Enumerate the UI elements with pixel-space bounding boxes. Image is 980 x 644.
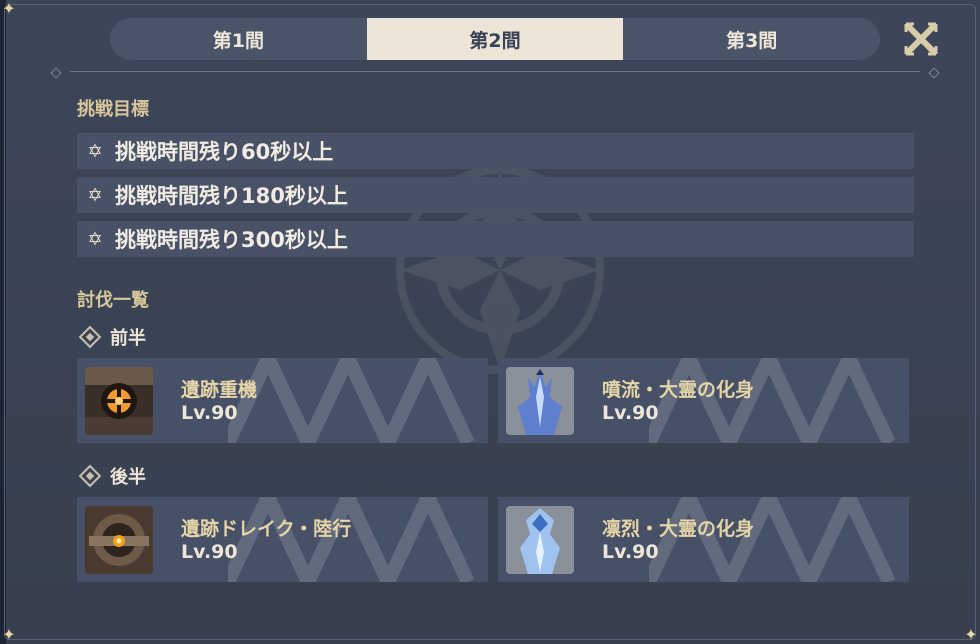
challenge-goal-row: ✡ 挑戦時間残り300秒以上 [77,221,914,257]
chamber-tabs: 第1間 第2間 第3間 [110,18,880,60]
enemy-card[interactable]: 凛烈・大霊の化身 Lv.90 [498,497,909,582]
enemy-name: 噴流・大霊の化身 [602,379,755,401]
header-divider [48,67,942,79]
left-edge [0,0,6,644]
close-x-icon[interactable] [900,18,942,60]
diamond-icon [78,325,102,349]
enemy-list-title: 討伐一覧 [77,290,149,311]
diamond-icon [78,464,102,488]
goal-text: 挑戦時間残り60秒以上 [115,140,334,164]
tab-chamber-3[interactable]: 第3間 [623,18,880,60]
ruin-drake-portrait [85,506,153,574]
enemy-level: Lv.90 [181,541,238,563]
star-icon: ✡ [87,228,103,250]
enemy-level: Lv.90 [181,402,238,424]
cryo-avatar-portrait [506,506,574,574]
enemy-level: Lv.90 [602,541,659,563]
ruin-grader-portrait [85,367,153,435]
abyss-floor-panel: ✦ ✦ ✦ 第1間 第2間 第3間 挑戦目標 ✡ 挑戦時間残り60秒以上 ✡ 挑… [0,0,980,644]
star-icon: ✡ [87,184,103,206]
second-half-label: 後半 [78,463,146,489]
challenge-section-title: 挑戦目標 [77,99,149,120]
corner-star-icon: ✦ [2,0,16,18]
enemy-name: 遺跡重機 [181,379,258,401]
enemy-level: Lv.90 [602,402,659,424]
enemy-name: 凛烈・大霊の化身 [602,518,755,540]
enemy-card[interactable]: 遺跡重機 Lv.90 [77,358,488,443]
enemy-card[interactable]: 遺跡ドレイク・陸行 Lv.90 [77,497,488,582]
tab-chamber-1[interactable]: 第1間 [110,18,367,60]
challenge-goal-row: ✡ 挑戦時間残り60秒以上 [77,133,914,169]
tab-chamber-2[interactable]: 第2間 [366,18,624,60]
challenge-goal-row: ✡ 挑戦時間残り180秒以上 [77,177,914,213]
corner-star-icon: ✦ [2,625,16,644]
goal-text: 挑戦時間残り180秒以上 [115,184,348,208]
hydro-ice-avatar-portrait [506,367,574,435]
first-half-label: 前半 [78,324,146,350]
enemy-name: 遺跡ドレイク・陸行 [181,518,352,540]
corner-star-icon: ✦ [964,625,978,644]
star-icon: ✡ [87,140,103,162]
enemy-card[interactable]: 噴流・大霊の化身 Lv.90 [498,358,909,443]
goal-text: 挑戦時間残り300秒以上 [115,228,348,252]
